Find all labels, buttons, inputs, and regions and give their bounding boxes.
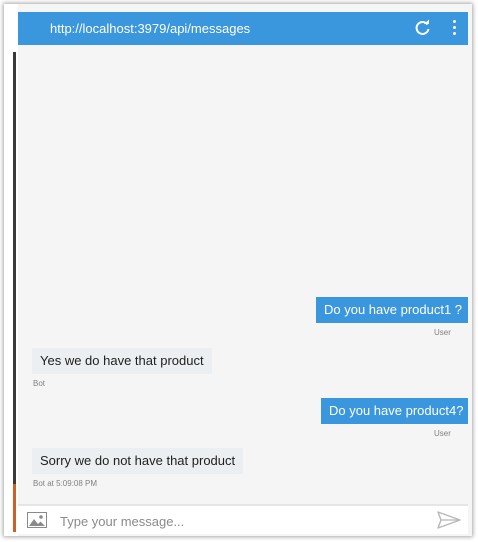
message-timestamp: Bot at 5:09:08 PM	[33, 479, 98, 488]
bot-message: Yes we do have that product	[32, 348, 212, 374]
chat-header: http://localhost:3979/api/messages	[18, 12, 468, 45]
app-frame: http://localhost:3979/api/messages Do yo…	[4, 4, 472, 536]
send-icon[interactable]	[437, 511, 461, 529]
user-message: Do you have product4?	[321, 398, 468, 424]
message-sender: User	[434, 429, 451, 438]
image-upload-icon[interactable]	[27, 512, 47, 528]
message-composer	[18, 504, 468, 534]
bot-message: Sorry we do not have that product	[32, 448, 244, 474]
left-window-edge	[4, 4, 18, 536]
chat-window: http://localhost:3979/api/messages Do yo…	[18, 12, 468, 534]
user-message: Do you have product1 ?	[316, 297, 468, 323]
message-input[interactable]	[58, 509, 432, 533]
more-vertical-icon[interactable]	[448, 18, 460, 38]
message-sender: User	[434, 328, 451, 337]
refresh-icon[interactable]	[414, 19, 432, 37]
message-sender: Bot	[33, 379, 46, 388]
endpoint-url: http://localhost:3979/api/messages	[50, 21, 251, 36]
